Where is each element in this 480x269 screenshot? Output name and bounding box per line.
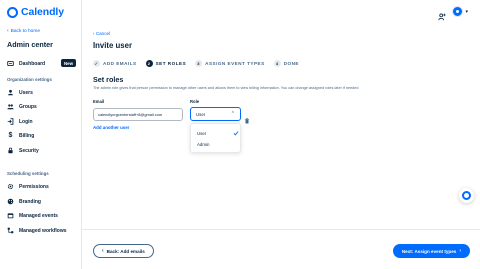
back-button-label: Back: Add emails [106, 248, 145, 254]
main-content: ‹ Cancel Invite user ✓ ADD EMAILS 2 SET … [82, 0, 480, 269]
login-icon [7, 118, 14, 125]
step-number: ✓ [93, 60, 100, 67]
admin-center-title: Admin center [7, 40, 53, 49]
palette-icon [7, 198, 14, 205]
step-add-emails[interactable]: ✓ ADD EMAILS [93, 60, 137, 67]
chevron-up-icon: ⌃ [230, 111, 235, 117]
step-done[interactable]: 4 DONE [273, 60, 299, 67]
back-to-home-label: Back to home [10, 28, 41, 34]
cancel-link[interactable]: ‹ Cancel [93, 31, 110, 36]
sidebar-item-label: Security [19, 147, 39, 154]
sidebar-item-label: Groups [19, 103, 37, 110]
calendar-icon [7, 212, 14, 219]
role-option-admin[interactable]: Admin [197, 142, 239, 147]
sidebar-item-label: Permissions [19, 183, 49, 190]
set-roles-title: Set roles [93, 75, 124, 84]
calendly-logo-icon [7, 6, 18, 18]
workflow-icon [7, 227, 14, 234]
page-title: Invite user [93, 41, 132, 50]
trash-icon[interactable] [244, 111, 250, 124]
gear-icon [7, 183, 14, 190]
sidebar-item-billing[interactable]: $ Billing [7, 131, 79, 140]
option-label: Admin [197, 142, 210, 147]
step-label: DONE [283, 61, 299, 66]
chevron-left-icon: ‹ [102, 248, 104, 254]
chevron-right-icon: › [459, 248, 461, 254]
users-icon [7, 89, 14, 96]
role-dropdown-menu: User Admin [190, 123, 241, 153]
role-value: User [196, 111, 206, 117]
calendly-help-icon [462, 191, 471, 200]
role-label: Role [190, 99, 200, 104]
cancel-label: Cancel [95, 31, 111, 36]
stepper: ✓ ADD EMAILS 2 SET ROLES 3 ASSIGN EVENT … [93, 60, 299, 67]
sidebar-item-permissions[interactable]: Permissions [7, 182, 79, 191]
org-settings-section-label: Organization settings [7, 77, 52, 82]
set-roles-description: The admin role gives that person permiss… [93, 86, 359, 90]
sidebar-item-managed-events[interactable]: Managed events [7, 211, 79, 220]
back-add-emails-button[interactable]: ‹ Back: Add emails [93, 244, 154, 258]
help-button[interactable] [459, 188, 474, 203]
next-button-label: Next: Assign event types [401, 248, 457, 254]
new-badge: New [60, 59, 76, 67]
sidebar-item-label: Users [19, 89, 33, 96]
groups-icon [7, 103, 14, 110]
back-to-home-link[interactable]: ‹ Back to home [7, 28, 40, 34]
step-assign-event-types[interactable]: 3 ASSIGN EVENT TYPES [195, 60, 265, 67]
check-icon [233, 130, 239, 136]
sidebar-item-label: Branding [19, 198, 41, 205]
sidebar-item-label: Dashboard [19, 60, 46, 67]
logo-text: Calendly [21, 6, 64, 18]
scheduling-settings-section-label: Scheduling settings [7, 171, 49, 176]
step-label: SET ROLES [155, 61, 187, 66]
role-select[interactable]: User ⌃ [190, 107, 241, 121]
calendly-logo[interactable]: Calendly [7, 6, 64, 18]
sidebar-item-groups[interactable]: Groups [7, 102, 79, 111]
sidebar-item-label: Managed events [19, 212, 58, 219]
email-label: Email [93, 99, 105, 104]
sidebar-item-managed-workflows[interactable]: Managed workflows [7, 226, 79, 235]
step-number: 3 [195, 60, 203, 67]
add-another-user-link[interactable]: Add another user [93, 125, 129, 130]
sidebar-item-branding[interactable]: Branding [7, 197, 79, 206]
sidebar-item-label: Managed workflows [19, 227, 67, 234]
email-field[interactable]: calendlyorgcenterstaff+8@gmail.com [93, 108, 183, 121]
sidebar: Calendly ‹ Back to home Admin center Das… [0, 0, 82, 269]
footer-bar: ‹ Back: Add emails Next: Assign event ty… [82, 229, 480, 269]
sidebar-item-label: Login [19, 118, 33, 125]
step-label: ADD EMAILS [103, 61, 137, 66]
step-label: ASSIGN EVENT TYPES [205, 61, 265, 66]
option-label: User [197, 130, 207, 136]
lock-icon [7, 147, 14, 154]
sidebar-item-label: Billing [19, 132, 35, 139]
step-number: 2 [145, 60, 153, 67]
step-number: 4 [273, 60, 281, 67]
dashboard-icon [7, 60, 14, 67]
sidebar-item-dashboard[interactable]: Dashboard New [7, 59, 79, 68]
chevron-left-icon: ‹ [7, 28, 9, 34]
step-set-roles[interactable]: 2 SET ROLES [145, 60, 187, 67]
sidebar-item-security[interactable]: Security [7, 146, 79, 155]
next-assign-event-types-button[interactable]: Next: Assign event types › [392, 244, 470, 258]
dollar-icon: $ [8, 132, 13, 139]
sidebar-item-users[interactable]: Users [7, 88, 79, 97]
email-value: calendlyorgcenterstaff+8@gmail.com [98, 112, 163, 117]
role-option-user[interactable]: User [197, 130, 239, 136]
sidebar-item-login[interactable]: Login [7, 117, 79, 126]
